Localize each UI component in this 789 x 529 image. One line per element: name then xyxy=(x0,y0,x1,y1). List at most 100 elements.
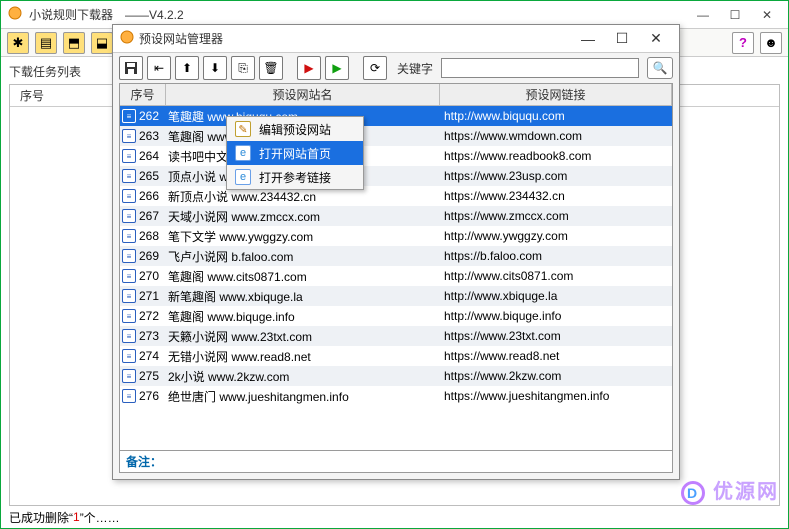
row-name: 无错小说网 www.read8.net xyxy=(166,348,440,365)
save-icon[interactable] xyxy=(119,56,143,80)
row-name: 绝世唐门 www.jueshitangmen.info xyxy=(166,388,440,405)
modal-minimize-button[interactable]: — xyxy=(571,28,605,50)
doc-icon: ≡ xyxy=(122,109,136,123)
doc-icon: ≡ xyxy=(122,189,136,203)
row-name: 新顶点小说 www.234432.cn xyxy=(166,188,440,205)
context-menu-label: 编辑预设网站 xyxy=(259,121,331,138)
status-bar: 已成功删除“1”个…… xyxy=(1,506,788,528)
app-icon xyxy=(7,5,23,24)
grid-header: 序号 预设网站名 预设网链接 xyxy=(120,84,672,106)
context-menu: ✎编辑预设网站e打开网站首页 e 打开参考链接 xyxy=(226,116,364,190)
refresh-icon[interactable]: ⟳ xyxy=(363,56,387,80)
row-link: http://www.xbiquge.la xyxy=(440,289,672,303)
move-down-icon[interactable]: ⬇ xyxy=(203,56,227,80)
row-link: https://www.2kzw.com xyxy=(440,369,672,383)
row-link: http://www.ywggzy.com xyxy=(440,229,672,243)
toolbar-open-icon[interactable]: ▤ xyxy=(35,32,57,54)
close-button[interactable]: ✕ xyxy=(752,4,782,26)
doc-icon: ≡ xyxy=(122,269,136,283)
table-row[interactable]: ≡269 飞卢小说网 b.faloo.comhttps://b.faloo.com xyxy=(120,246,672,266)
modal-close-button[interactable]: ✕ xyxy=(639,28,673,50)
row-link: https://www.read8.net xyxy=(440,349,672,363)
row-name: 新笔趣阁 www.xbiquge.la xyxy=(166,288,440,305)
table-row[interactable]: ≡267天域小说网 www.zmccx.comhttps://www.zmccx… xyxy=(120,206,672,226)
search-button[interactable]: 🔍 xyxy=(647,57,673,79)
row-link: https://www.234432.cn xyxy=(440,189,672,203)
row-link: https://www.readbook8.com xyxy=(440,149,672,163)
modal-maximize-button[interactable]: ☐ xyxy=(605,28,639,50)
row-idx: 276 xyxy=(139,389,159,403)
table-row[interactable]: ≡272笔趣阁 www.biquge.infohttp://www.biquge… xyxy=(120,306,672,326)
collapse-icon[interactable]: ⇤ xyxy=(147,56,171,80)
table-row[interactable]: ≡274无错小说网 www.read8.nethttps://www.read8… xyxy=(120,346,672,366)
row-name: 2k小说 www.2kzw.com xyxy=(166,368,440,385)
ie-icon: e xyxy=(235,169,251,185)
remark-bar: 备注： xyxy=(119,451,673,473)
status-count: 1 xyxy=(73,510,80,524)
table-row[interactable]: ≡270 笔趣阁 www.cits0871.comhttp://www.cits0… xyxy=(120,266,672,286)
doc-icon: ≡ xyxy=(122,229,136,243)
row-idx: 264 xyxy=(139,149,159,163)
row-name: 笔趣阁 www.cits0871.com xyxy=(166,268,440,285)
context-menu-item[interactable]: ✎编辑预设网站 xyxy=(227,117,363,141)
table-row[interactable]: ≡264读书吧中文网https://www.readbook8.com xyxy=(120,146,672,166)
table-row[interactable]: ≡276绝世唐门 www.jueshitangmen.infohttps://w… xyxy=(120,386,672,406)
export-icon[interactable]: ▶ xyxy=(325,56,349,80)
row-link: https://b.faloo.com xyxy=(440,249,672,263)
row-name: 飞卢小说网 b.faloo.com xyxy=(166,248,440,265)
table-row[interactable]: ≡265顶点小说 www.23usp.comhttps://www.23usp.… xyxy=(120,166,672,186)
row-link: https://www.23usp.com xyxy=(440,169,672,183)
minimize-button[interactable]: — xyxy=(688,4,718,26)
row-idx: 265 xyxy=(139,169,159,183)
doc-icon: ≡ xyxy=(122,209,136,223)
table-row[interactable]: ≡271新笔趣阁 www.xbiquge.lahttp://www.xbiqug… xyxy=(120,286,672,306)
row-idx: 262 xyxy=(139,109,159,123)
toolbar-export-icon[interactable]: ⬓ xyxy=(91,32,113,54)
row-idx: 270 xyxy=(139,269,159,283)
col-header-name[interactable]: 预设网站名 xyxy=(166,84,440,105)
toolbar-import-icon[interactable]: ⬒ xyxy=(63,32,85,54)
doc-icon: ≡ xyxy=(122,289,136,303)
row-name: 天域小说网 www.zmccx.com xyxy=(166,208,440,225)
main-window-controls: — ☐ ✕ xyxy=(688,4,782,26)
move-up-icon[interactable]: ⬆ xyxy=(175,56,199,80)
table-row[interactable]: ≡268笔下文学 www.ywggzy.comhttp://www.ywggzy… xyxy=(120,226,672,246)
delete-icon[interactable]: 🗑 xyxy=(259,56,283,80)
keyword-input[interactable] xyxy=(441,58,639,78)
row-idx: 273 xyxy=(139,329,159,343)
doc-icon: ≡ xyxy=(122,149,136,163)
row-link: http://www.biququ.com xyxy=(440,109,672,123)
context-menu-item[interactable]: e 打开参考链接 xyxy=(227,165,363,189)
table-row[interactable]: ≡263笔趣阁 www.wmdown.comhttps://www.wmdown… xyxy=(120,126,672,146)
context-menu-label: 打开参考链接 xyxy=(259,169,331,186)
toolbar-about-icon[interactable]: ☻ xyxy=(760,32,782,54)
table-row[interactable]: ≡2752k小说 www.2kzw.comhttps://www.2kzw.co… xyxy=(120,366,672,386)
row-name: 笔下文学 www.ywggzy.com xyxy=(166,228,440,245)
row-name: 天籁小说网 www.23txt.com xyxy=(166,328,440,345)
row-idx: 274 xyxy=(139,349,159,363)
modal-toolbar: ⇤ ⬆ ⬇ ⎘ 🗑 ▶ ▶ ⟳ 关键字 🔍 xyxy=(113,53,679,83)
row-link: http://www.cits0871.com xyxy=(440,269,672,283)
modal-title: 预设网站管理器 xyxy=(139,30,571,47)
doc-icon: ≡ xyxy=(122,249,136,263)
toolbar-new-icon[interactable]: ✱ xyxy=(7,32,29,54)
col-header-idx[interactable]: 序号 xyxy=(120,84,166,105)
status-prefix: 已成功删除“ xyxy=(9,509,73,526)
col-header-link[interactable]: 预设网链接 xyxy=(440,84,672,105)
table-row[interactable]: ≡273天籁小说网 www.23txt.comhttps://www.23txt… xyxy=(120,326,672,346)
row-idx: 266 xyxy=(139,189,159,203)
maximize-button[interactable]: ☐ xyxy=(720,4,750,26)
row-link: https://www.jueshitangmen.info xyxy=(440,389,672,403)
table-row[interactable]: ≡262笔趣趣 www.biququ.comhttp://www.biququ.… xyxy=(120,106,672,126)
row-link: https://www.zmccx.com xyxy=(440,209,672,223)
doc-icon: ≡ xyxy=(122,129,136,143)
row-idx: 275 xyxy=(139,369,159,383)
import-icon[interactable]: ▶ xyxy=(297,56,321,80)
site-grid: 序号 预设网站名 预设网链接 ≡262笔趣趣 www.biququ.comhtt… xyxy=(119,83,673,451)
modal-titlebar: 预设网站管理器 — ☐ ✕ xyxy=(113,25,679,53)
context-menu-item[interactable]: e打开网站首页 xyxy=(227,141,363,165)
copy-icon[interactable]: ⎘ xyxy=(231,56,255,80)
row-idx: 269 xyxy=(139,249,159,263)
table-row[interactable]: ≡266 新顶点小说 www.234432.cnhttps://www.23443… xyxy=(120,186,672,206)
toolbar-help-icon[interactable]: ? xyxy=(732,32,754,54)
